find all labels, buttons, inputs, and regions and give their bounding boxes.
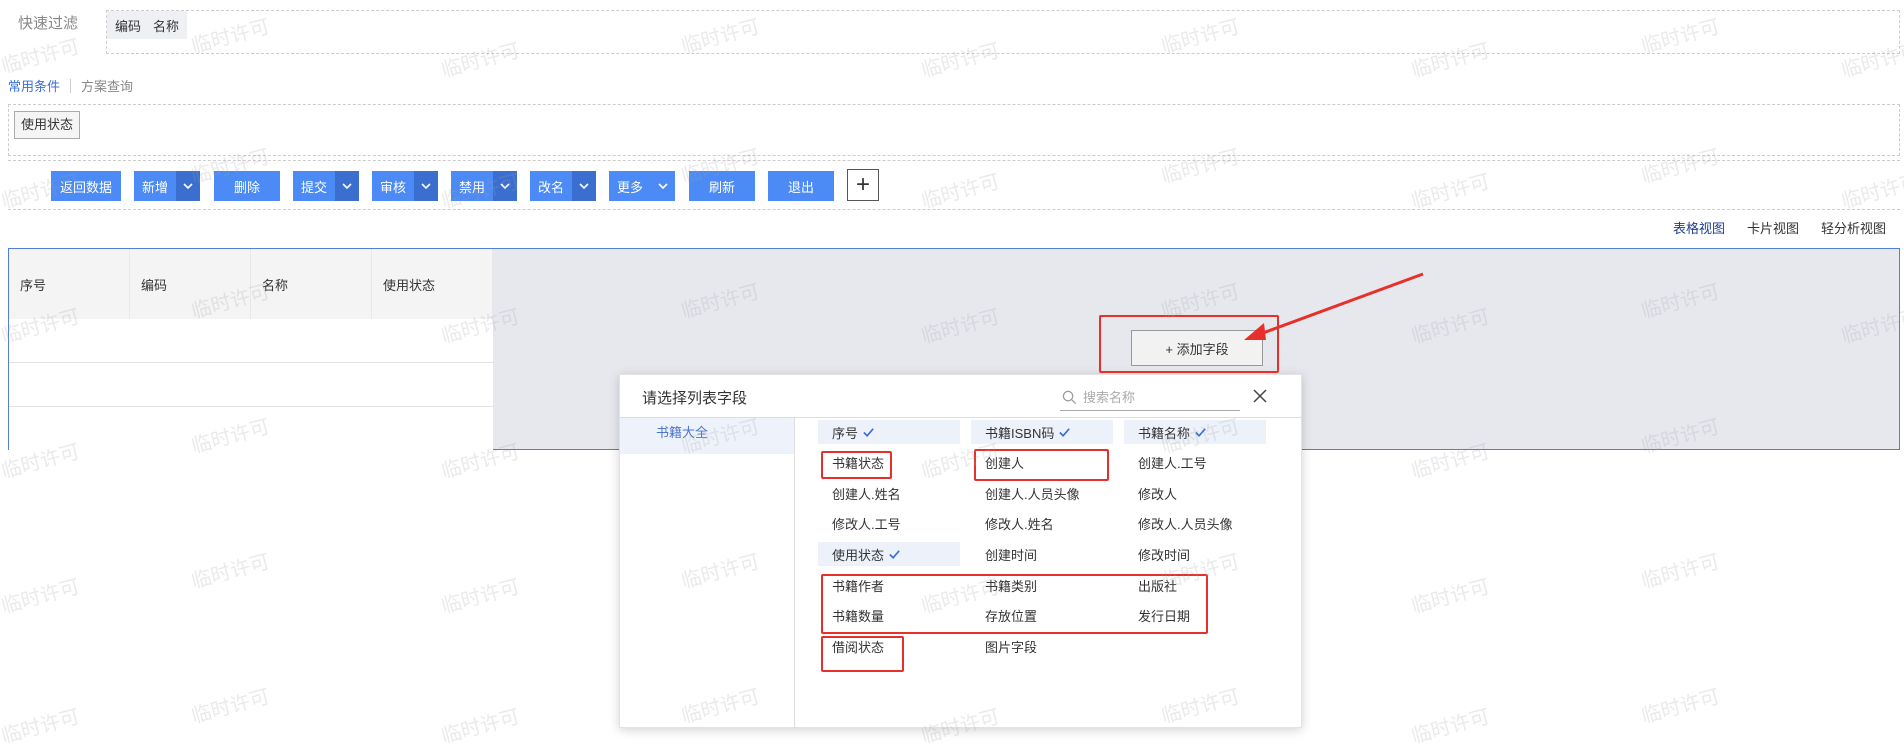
quick-filter-box[interactable]: 编码 名称 [106,10,1900,54]
watermark: 临时许可 [1639,550,1723,593]
watermark: 临时许可 [0,575,83,618]
view-table[interactable]: 表格视图 [1673,218,1725,237]
field-option-label: 创建人.人员头像 [985,486,1080,502]
search-icon [1062,390,1077,405]
quick-filter-field-name[interactable]: 名称 [153,16,179,35]
field-option-label: 修改人 [1138,486,1178,502]
field-option[interactable]: 使用状态 [818,542,960,566]
checkmark-icon [889,549,900,559]
field-option[interactable]: 序号 [818,420,960,444]
watermark: 临时许可 [439,705,523,748]
rename-dropdown-chevron-icon[interactable] [572,171,596,201]
watermark: 临时许可 [1409,575,1493,618]
exit-button[interactable]: 退出 [768,171,834,201]
submit-label: 提交 [301,179,328,195]
annotation-box-add-field [1099,315,1279,373]
more-label: 更多 [617,179,644,195]
dialog-search-input[interactable] [1083,390,1233,405]
use-state-filter-chip[interactable]: 使用状态 [14,111,81,139]
field-option[interactable]: 修改人.姓名 [971,511,1113,535]
watermark: 临时许可 [1639,685,1723,728]
plus-icon: + [855,171,870,198]
field-option-label: 图片字段 [985,639,1038,655]
quick-filter-label: 快速过滤 [18,15,79,32]
field-option[interactable]: 修改人 [1124,481,1266,505]
annotation-box-book-fields [821,574,1208,634]
add-button[interactable]: 新增 [134,171,200,201]
quick-filter-field-code[interactable]: 编码 [115,16,141,35]
field-option[interactable]: 创建时间 [971,542,1113,566]
add-label: 新增 [142,179,169,195]
checkmark-icon [863,427,874,437]
tab-scheme-query[interactable]: 方案查询 [81,76,133,95]
field-option[interactable]: 修改人.人员头像 [1124,511,1266,535]
watermark: 临时许可 [0,35,83,78]
field-option-label: 创建人.姓名 [832,486,901,502]
checkmark-icon [1059,427,1071,437]
field-option-label: 修改人.姓名 [985,516,1054,532]
rename-button[interactable]: 改名 [530,171,596,201]
close-icon[interactable] [1251,387,1269,405]
field-option[interactable]: 创建人.工号 [1124,450,1266,474]
column-header-use-state[interactable]: 使用状态 [372,249,493,319]
watermark: 临时许可 [1409,705,1493,748]
field-option-label: 修改人.人员头像 [1138,516,1233,532]
quick-filter-fields: 编码 名称 [107,11,188,39]
watermark: 临时许可 [0,705,83,748]
annotation-box-borrow-state [821,636,904,672]
audit-button[interactable]: 审核 [372,171,438,201]
field-option[interactable]: 创建人.人员头像 [971,481,1113,505]
more-button[interactable]: 更多 [609,171,675,201]
dialog-search [1060,385,1240,411]
condition-tabs: 常用条件 方案查询 [8,76,133,95]
submit-button[interactable]: 提交 [293,171,359,201]
field-option-label: 序号 [832,425,859,441]
watermark: 临时许可 [189,550,273,593]
submit-dropdown-chevron-icon[interactable] [335,171,359,201]
table-row[interactable] [9,363,493,407]
field-option[interactable]: 修改人.工号 [818,511,960,535]
add-toolbar-item-button[interactable]: + [847,169,879,201]
tab-separator [70,78,72,93]
dialog-title: 请选择列表字段 [642,390,748,407]
audit-dropdown-chevron-icon[interactable] [414,171,438,201]
field-option-label: 使用状态 [832,547,885,563]
field-option-label: 创建时间 [985,547,1038,563]
column-header-name[interactable]: 名称 [251,249,372,319]
condition-box: 使用状态 [8,104,1900,156]
rename-label: 改名 [538,179,565,195]
delete-label: 删除 [233,179,260,195]
view-analysis[interactable]: 轻分析视图 [1821,218,1886,237]
annotation-box-book-state [821,451,892,479]
field-option-label: 修改人.工号 [832,516,901,532]
more-dropdown-chevron-icon[interactable] [651,171,675,201]
view-card[interactable]: 卡片视图 [1747,218,1799,237]
tab-common-conditions[interactable]: 常用条件 [8,76,60,95]
watermark: 临时许可 [189,685,273,728]
watermark: 临时许可 [439,575,523,618]
field-option[interactable]: 创建人.姓名 [818,481,960,505]
exit-label: 退出 [787,179,814,195]
field-option[interactable]: 图片字段 [971,634,1113,658]
view-switcher: 表格视图 卡片视图 轻分析视图 [1673,218,1886,237]
audit-label: 审核 [380,179,407,195]
